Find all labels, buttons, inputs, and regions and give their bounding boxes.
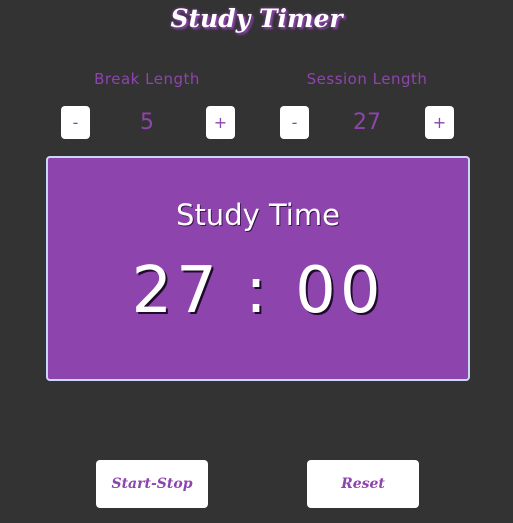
time-left: 27 : 00	[131, 254, 385, 328]
session-decrement-button[interactable]: -	[280, 106, 309, 139]
break-length-label: Break Length	[94, 70, 200, 88]
break-increment-button[interactable]: +	[206, 106, 235, 139]
session-length-label: Session Length	[306, 70, 428, 88]
start-stop-button[interactable]: Start-Stop	[96, 460, 208, 508]
session-length-value: 27	[353, 110, 381, 135]
timer-display: Study Time 27 : 00	[46, 156, 470, 381]
break-length-value: 5	[140, 110, 154, 135]
session-increment-button[interactable]: +	[425, 106, 454, 139]
timer-label: Study Time	[176, 198, 340, 232]
break-decrement-button[interactable]: -	[61, 106, 90, 139]
app-title: Study Timer	[170, 4, 343, 33]
reset-button[interactable]: Reset	[307, 460, 419, 508]
